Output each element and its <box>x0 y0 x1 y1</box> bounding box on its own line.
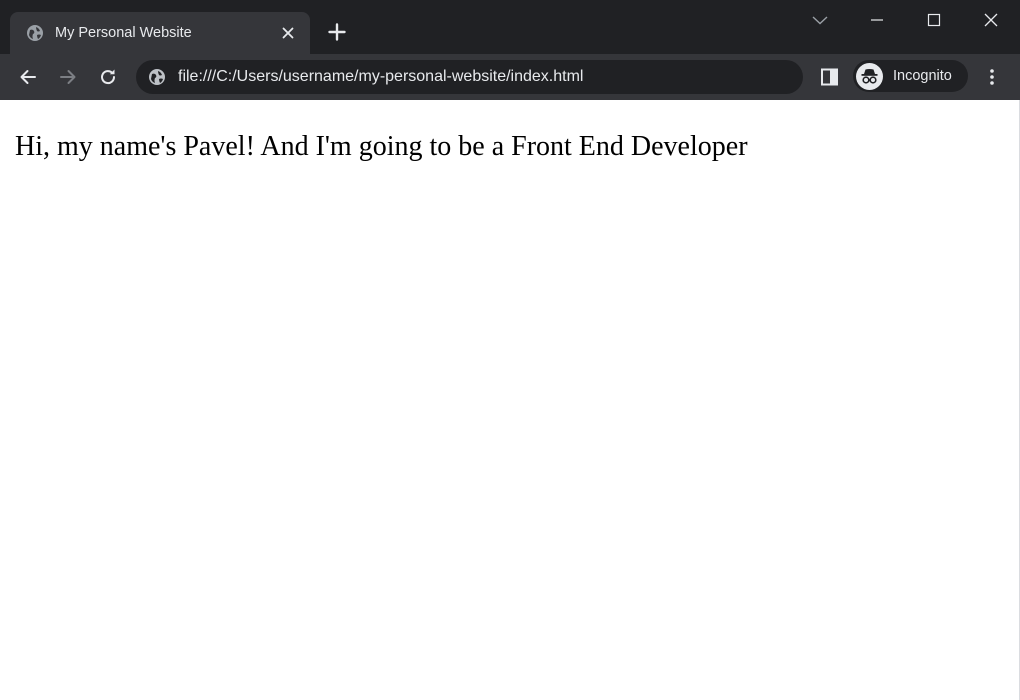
more-vert-icon[interactable] <box>980 65 1004 89</box>
tab-my-personal-website[interactable]: My Personal Website <box>10 12 310 54</box>
address-text[interactable]: file:///C:/Users/username/my-personal-we… <box>178 68 583 86</box>
globe-icon <box>148 68 166 86</box>
incognito-icon <box>856 63 883 90</box>
plus-icon[interactable] <box>325 20 349 44</box>
reload-icon[interactable] <box>96 65 120 89</box>
page-viewport: Hi, my name's Pavel! And I'm going to be… <box>0 100 1020 700</box>
toolbar: file:///C:/Users/username/my-personal-we… <box>0 54 1020 100</box>
window-close-icon[interactable] <box>979 8 1003 32</box>
address-bar[interactable]: file:///C:/Users/username/my-personal-we… <box>136 60 803 94</box>
close-icon[interactable] <box>280 25 296 41</box>
profile-label: Incognito <box>893 68 952 84</box>
maximize-icon[interactable] <box>922 8 946 32</box>
tab-title: My Personal Website <box>55 25 192 41</box>
tab-strip: My Personal Website <box>0 0 1020 54</box>
profile-button[interactable]: Incognito <box>853 60 968 92</box>
arrow-right-icon[interactable] <box>56 65 80 89</box>
chevron-down-icon[interactable] <box>808 8 832 32</box>
globe-icon <box>26 24 44 42</box>
arrow-left-icon[interactable] <box>16 65 40 89</box>
side-panel-icon[interactable] <box>818 65 842 89</box>
minimize-icon[interactable] <box>865 8 889 32</box>
page-heading: Hi, my name's Pavel! And I'm going to be… <box>15 131 748 162</box>
